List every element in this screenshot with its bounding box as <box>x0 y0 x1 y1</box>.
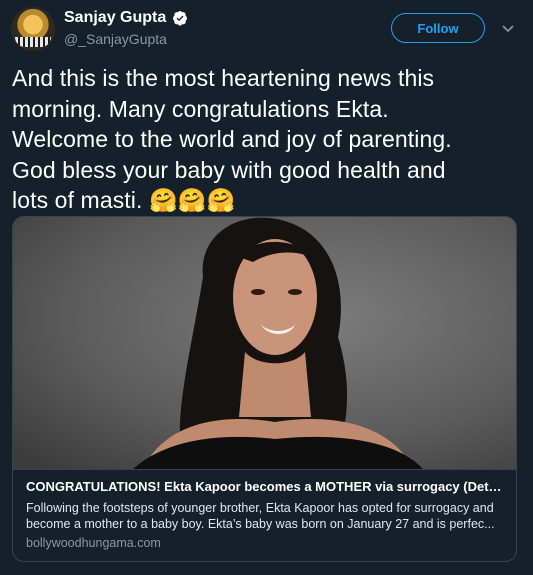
card-description-line: become a mother to a baby boy. Ekta’s ba… <box>26 517 495 531</box>
tweet-line: morning. Many congratulations Ekta. <box>12 95 389 122</box>
card-description-line: Following the footsteps of younger broth… <box>26 501 494 515</box>
verified-badge-icon <box>173 11 188 26</box>
tweet-line: And this is the most heartening news thi… <box>12 65 435 91</box>
tweet-line: lots of masti. 🤗🤗🤗 <box>12 187 236 213</box>
avatar[interactable] <box>11 7 55 51</box>
tweet-line: Welcome to the world and joy of parentin… <box>12 126 452 152</box>
tweet-line: God bless your baby with good health and <box>12 156 446 183</box>
tweet: Sanjay Gupta @_SanjayGupta Follow And th… <box>0 0 533 575</box>
author-handle[interactable]: @_SanjayGupta <box>64 31 167 47</box>
card-domain[interactable]: bollywoodhungama.com <box>26 536 161 550</box>
link-card[interactable]: CONGRATULATIONS! Ekta Kapoor becomes a M… <box>12 216 517 562</box>
author-name-row[interactable]: Sanjay Gupta <box>64 9 188 27</box>
card-photo <box>13 217 516 469</box>
chevron-down-icon[interactable] <box>500 20 516 36</box>
author-name[interactable]: Sanjay Gupta <box>64 9 166 27</box>
card-image[interactable] <box>13 217 516 469</box>
card-body[interactable]: CONGRATULATIONS! Ekta Kapoor becomes a M… <box>13 469 516 561</box>
card-description: Following the footsteps of younger broth… <box>26 500 504 532</box>
follow-button[interactable]: Follow <box>391 13 485 43</box>
card-title[interactable]: CONGRATULATIONS! Ekta Kapoor becomes a M… <box>26 479 504 494</box>
tweet-text: And this is the most heartening news thi… <box>12 63 517 216</box>
